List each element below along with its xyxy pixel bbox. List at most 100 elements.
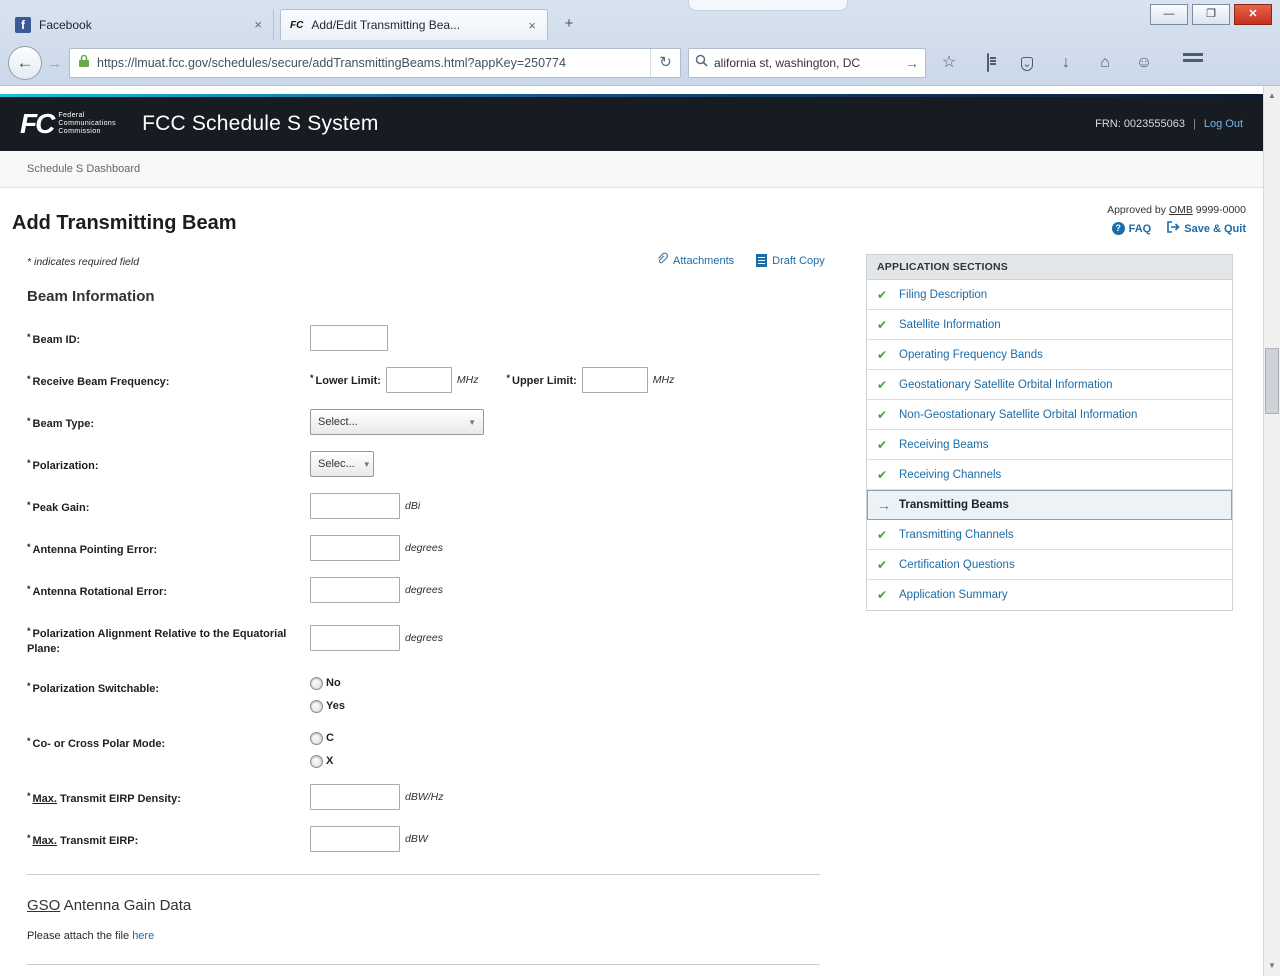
max-transmit-eirp-input[interactable] xyxy=(310,826,400,852)
main-content: Add Transmitting Beam Approved by OMB 99… xyxy=(0,188,1263,976)
sidebar-item-receiving-channels[interactable]: ✔ Receiving Channels xyxy=(867,460,1232,490)
back-button[interactable]: ← xyxy=(8,46,42,80)
tab-facebook[interactable]: f Facebook × xyxy=(6,9,274,40)
bookmark-star-icon[interactable]: ☆ xyxy=(933,48,965,78)
close-icon[interactable]: × xyxy=(252,17,264,32)
clipboard-icon xyxy=(987,53,989,72)
gso-attach-text: Please attach the file here xyxy=(27,930,820,942)
lower-limit-input[interactable] xyxy=(386,367,452,393)
sidebar-item-operating-frequency-bands[interactable]: ✔ Operating Frequency Bands xyxy=(867,340,1232,370)
upper-limit-input[interactable] xyxy=(582,367,648,393)
sidebar-item-filing-description[interactable]: ✔ Filing Description xyxy=(867,280,1232,310)
header-account-area: FRN: 0023555063 | Log Out xyxy=(1095,118,1243,130)
check-icon: ✔ xyxy=(877,348,891,362)
check-icon: ✔ xyxy=(877,558,891,572)
search-bar[interactable]: → xyxy=(688,48,926,78)
section-divider xyxy=(27,964,820,965)
polarization-switchable-no-option[interactable]: No xyxy=(310,677,345,690)
co-polar-option[interactable]: C xyxy=(310,732,334,745)
polarization-row: *Polarization: Selec... ▼ xyxy=(27,451,820,477)
receive-beam-frequency-row: *Receive Beam Frequency: *Lower Limit: M… xyxy=(27,367,820,393)
minimize-button[interactable]: — xyxy=(1150,4,1188,25)
menu-icon[interactable] xyxy=(1167,48,1199,78)
faq-link[interactable]: ? FAQ xyxy=(1112,221,1152,236)
pocket-icon[interactable]: ⌄ xyxy=(1011,48,1043,78)
question-icon: ? xyxy=(1112,222,1125,235)
radio-icon[interactable] xyxy=(310,677,323,690)
max-transmit-eirp-density-input[interactable] xyxy=(310,784,400,810)
new-tab-button[interactable]: + xyxy=(556,13,582,35)
navigation-bar: ← → ↻ → ☆ ⌄ ↓ ⌂ ☺ xyxy=(0,40,1280,86)
beam-type-select[interactable]: Select... ▼ xyxy=(310,409,484,435)
logout-link[interactable]: Log Out xyxy=(1204,118,1243,130)
co-cross-polar-mode-row: *Co- or Cross Polar Mode: C X xyxy=(27,729,820,768)
home-icon[interactable]: ⌂ xyxy=(1089,48,1121,78)
check-icon: ✔ xyxy=(877,378,891,392)
tab-fcc-schedule[interactable]: FC Add/Edit Transmitting Bea... × xyxy=(280,9,548,40)
download-icon[interactable]: ↓ xyxy=(1050,48,1082,78)
peak-gain-input[interactable] xyxy=(310,493,400,519)
search-icon xyxy=(695,54,708,72)
required-field-note: * indicates required field xyxy=(27,256,139,268)
sidebar-item-application-summary[interactable]: ✔ Application Summary xyxy=(867,580,1232,610)
scrollbar-thumb[interactable] xyxy=(1265,348,1279,414)
check-icon: ✔ xyxy=(877,528,891,542)
gso-antenna-gain-data-title: GSO Antenna Gain Data xyxy=(27,897,820,914)
scroll-up-arrow[interactable]: ▲ xyxy=(1264,88,1280,104)
sidebar-item-satellite-information[interactable]: ✔ Satellite Information xyxy=(867,310,1232,340)
draft-document-icon xyxy=(756,254,767,267)
maximize-button[interactable]: ❐ xyxy=(1192,4,1230,25)
antenna-rotational-error-input[interactable] xyxy=(310,577,400,603)
polarization-alignment-input[interactable] xyxy=(310,625,400,651)
beam-id-input[interactable] xyxy=(310,325,388,351)
close-icon[interactable]: × xyxy=(526,18,538,33)
tab-title: Facebook xyxy=(39,18,244,32)
breadcrumb-link[interactable]: Schedule S Dashboard xyxy=(27,163,140,175)
sidebar-item-transmitting-channels[interactable]: ✔ Transmitting Channels xyxy=(867,520,1232,550)
sidebar-item-receiving-beams[interactable]: ✔ Receiving Beams xyxy=(867,430,1232,460)
radio-icon[interactable] xyxy=(310,755,323,768)
scroll-down-arrow[interactable]: ▼ xyxy=(1264,958,1280,974)
emoji-extension-icon[interactable]: ☺ xyxy=(1128,48,1160,78)
check-icon: ✔ xyxy=(877,438,891,452)
facebook-icon: f xyxy=(15,17,31,33)
antenna-pointing-error-input[interactable] xyxy=(310,535,400,561)
polarization-switchable-yes-option[interactable]: Yes xyxy=(310,700,345,713)
chevron-down-icon: ▼ xyxy=(363,460,371,469)
search-go-icon[interactable]: → xyxy=(905,55,919,71)
radio-icon[interactable] xyxy=(310,732,323,745)
check-icon: ✔ xyxy=(877,318,891,332)
fcc-logo: FC Federal Communications Commission xyxy=(20,108,116,140)
max-transmit-eirp-row: *Max. Transmit EIRP: dBW xyxy=(27,826,820,852)
window-controls: — ❐ ✕ xyxy=(1150,4,1272,25)
paperclip-icon xyxy=(655,252,668,269)
sidebar-item-certification-questions[interactable]: ✔ Certification Questions xyxy=(867,550,1232,580)
frn-label: FRN: 0023555063 xyxy=(1095,118,1185,130)
close-window-button[interactable]: ✕ xyxy=(1234,4,1272,25)
url-input[interactable] xyxy=(97,56,643,70)
save-quit-link[interactable]: Save & Quit xyxy=(1167,221,1246,236)
antenna-pointing-error-row: *Antenna Pointing Error: degrees xyxy=(27,535,820,561)
radio-icon[interactable] xyxy=(310,700,323,713)
polarization-select[interactable]: Selec... ▼ xyxy=(310,451,374,477)
attach-file-here-link[interactable]: here xyxy=(132,930,154,942)
check-icon: ✔ xyxy=(877,588,891,602)
site-header: FC Federal Communications Commission FCC… xyxy=(0,97,1263,151)
vertical-scrollbar[interactable]: ▲ ▼ xyxy=(1263,86,1280,976)
section-divider xyxy=(27,874,820,875)
cross-polar-option[interactable]: X xyxy=(310,755,334,768)
bookmarks-menu-icon[interactable] xyxy=(972,48,1004,78)
document-links: Attachments Draft Copy xyxy=(655,252,825,269)
sidebar-item-non-geostationary-orbital-info[interactable]: ✔ Non-Geostationary Satellite Orbital In… xyxy=(867,400,1232,430)
browser-chrome: f Facebook × FC Add/Edit Transmitting Be… xyxy=(0,0,1280,86)
forward-button[interactable]: → xyxy=(47,55,62,72)
draft-copy-link[interactable]: Draft Copy xyxy=(756,252,825,269)
antenna-rotational-error-row: *Antenna Rotational Error: degrees xyxy=(27,577,820,603)
sidebar-item-transmitting-beams[interactable]: → Transmitting Beams xyxy=(867,490,1232,520)
sections-header: APPLICATION SECTIONS xyxy=(867,255,1232,280)
search-input[interactable] xyxy=(714,56,899,70)
sidebar-item-geostationary-orbital-info[interactable]: ✔ Geostationary Satellite Orbital Inform… xyxy=(867,370,1232,400)
attachments-link[interactable]: Attachments xyxy=(655,252,734,269)
url-bar[interactable]: ↻ xyxy=(69,48,681,78)
reload-icon[interactable]: ↻ xyxy=(650,49,680,77)
